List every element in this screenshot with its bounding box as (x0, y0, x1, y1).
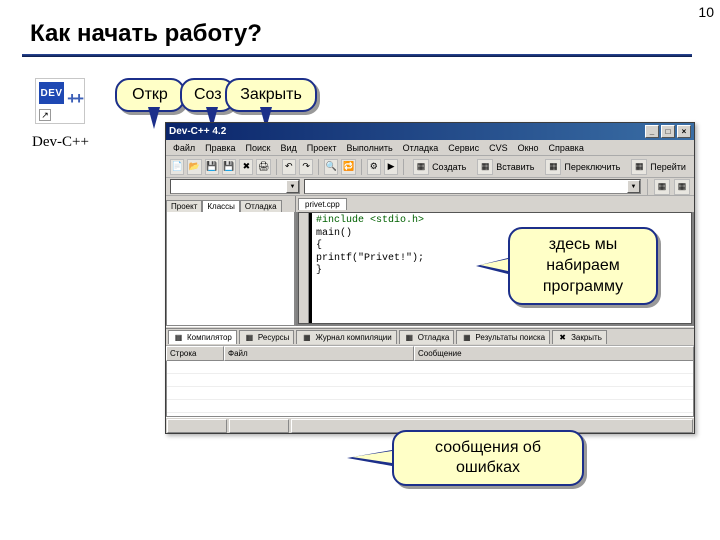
tab-debug[interactable]: Отладка (240, 200, 282, 212)
title-underline (22, 54, 692, 57)
editor-tab-file[interactable]: privet.cpp (298, 198, 347, 210)
callout-code-area: здесь мы набираем программу (508, 227, 658, 305)
tool-replace-icon[interactable]: 🔁 (341, 159, 355, 175)
tool-open-icon[interactable]: 📂 (187, 159, 201, 175)
toolbar-sep-4 (403, 159, 404, 175)
grid-header-message[interactable]: Сообщение (414, 346, 694, 361)
grid-header: Строка Файл Сообщение (166, 346, 694, 361)
shortcut-caption: Dev-C++ (32, 134, 89, 151)
btab-compiler[interactable]: ▦Компилятор (168, 330, 237, 344)
combo-main[interactable]: ▼ (304, 179, 641, 194)
maximize-button[interactable]: □ (661, 125, 675, 138)
editor-tabs: privet.cpp (296, 196, 694, 212)
toolbar-goto-button[interactable]: ▦Перейти (627, 159, 690, 175)
left-panel-body[interactable] (166, 212, 295, 326)
tool-run-icon[interactable]: ▶ (384, 159, 398, 175)
status-cell (167, 419, 227, 433)
grid-header-file[interactable]: Файл (224, 346, 414, 361)
menu-edit[interactable]: Правка (201, 143, 239, 153)
grid-body[interactable] (166, 361, 694, 417)
tab-project[interactable]: Проект (166, 200, 202, 212)
toolbar-create-button[interactable]: ▦Создать (409, 159, 470, 175)
callout-errors-tail-fill (352, 451, 392, 463)
callout-open-tail (148, 107, 160, 129)
tool-undo-icon[interactable]: ↶ (282, 159, 296, 175)
btab-debug[interactable]: ▦Отладка (399, 330, 455, 344)
log-icon: ▦ (301, 332, 312, 343)
menu-window[interactable]: Окно (514, 143, 543, 153)
grid-row (167, 374, 693, 387)
btab-resources[interactable]: ▦Ресурсы (239, 330, 295, 344)
grid-header-line[interactable]: Строка (166, 346, 224, 361)
switch-icon: ▦ (545, 159, 561, 175)
grid-row (167, 387, 693, 400)
tool-redo-icon[interactable]: ↷ (299, 159, 313, 175)
compiler-icon: ▦ (173, 332, 184, 343)
btab-search[interactable]: ▦Результаты поиска (456, 330, 550, 344)
combo-left[interactable]: ▼ (170, 179, 300, 194)
toolbar-sep (276, 159, 277, 175)
tool-new-icon[interactable]: 📄 (170, 159, 184, 175)
chevron-down-icon: ▼ (286, 180, 299, 193)
toolbar-sep-2 (318, 159, 319, 175)
menu-view[interactable]: Вид (277, 143, 301, 153)
search-icon: ▦ (461, 332, 472, 343)
debug-icon: ▦ (404, 332, 415, 343)
resources-icon: ▦ (244, 332, 255, 343)
combo-sep (647, 179, 648, 195)
create-icon: ▦ (413, 159, 429, 175)
tab-classes[interactable]: Классы (202, 200, 240, 212)
goto-icon: ▦ (631, 159, 647, 175)
btab-log[interactable]: ▦Журнал компиляции (296, 330, 396, 344)
titlebar-title: Dev-C++ 4.2 (169, 126, 226, 137)
tool-find-icon[interactable]: 🔍 (324, 159, 338, 175)
menu-run[interactable]: Выполнить (342, 143, 396, 153)
combo-tool-2-icon[interactable]: ▦ (674, 179, 690, 195)
shortcut-arrow-icon: ↗ (39, 109, 51, 121)
plusplus-glyph: ++ (67, 89, 81, 109)
tool-save-icon[interactable]: 💾 (205, 159, 219, 175)
editor-gutter (299, 213, 309, 323)
slide-title: Как начать работу? (30, 20, 262, 48)
tool-print-icon[interactable]: 🖨 (256, 159, 270, 175)
tool-saveall-icon[interactable]: 💾 (222, 159, 236, 175)
menu-file[interactable]: Файл (169, 143, 199, 153)
menu-service[interactable]: Сервис (444, 143, 483, 153)
callout-code-tail-fill (480, 259, 508, 271)
menu-search[interactable]: Поиск (242, 143, 275, 153)
left-panel: Проект Классы Отладка (166, 196, 296, 326)
menu-help[interactable]: Справка (545, 143, 588, 153)
minimize-button[interactable]: _ (645, 125, 659, 138)
grid-row (167, 400, 693, 413)
grid-row (167, 361, 693, 374)
close-tab-icon: ✖ (557, 332, 568, 343)
btab-close[interactable]: ✖Закрыть (552, 330, 607, 344)
left-tabs: Проект Классы Отладка (166, 196, 295, 212)
bottom-tabs: ▦Компилятор ▦Ресурсы ▦Журнал компиляции … (166, 329, 694, 346)
bottom-panel: ▦Компилятор ▦Ресурсы ▦Журнал компиляции … (166, 329, 694, 417)
close-button[interactable]: × (677, 125, 691, 138)
callout-errors: сообщения об ошибках (392, 430, 584, 486)
devcpp-shortcut-icon[interactable]: DEV ++ ↗ (35, 78, 85, 124)
dev-badge: DEV (39, 82, 64, 104)
toolbar-insert-button[interactable]: ▦Вставить (473, 159, 538, 175)
slide-number: 10 (698, 4, 714, 20)
toolbar-switch-button[interactable]: ▦Переключить (541, 159, 624, 175)
combo-tool-1-icon[interactable]: ▦ (654, 179, 670, 195)
titlebar[interactable]: Dev-C++ 4.2 _ □ × (166, 123, 694, 140)
tool-compile-icon[interactable]: ⚙ (367, 159, 381, 175)
menubar: Файл Правка Поиск Вид Проект Выполнить О… (166, 140, 694, 156)
tool-close-icon[interactable]: ✖ (239, 159, 253, 175)
toolbar-1: 📄 📂 💾 💾 ✖ 🖨 ↶ ↷ 🔍 🔁 ⚙ ▶ ▦Создать ▦Встави… (166, 156, 694, 178)
insert-icon: ▦ (477, 159, 493, 175)
status-cell (229, 419, 289, 433)
chevron-down-icon: ▼ (627, 180, 640, 193)
toolbar-sep-3 (361, 159, 362, 175)
menu-project[interactable]: Проект (303, 143, 341, 153)
menu-debug[interactable]: Отладка (399, 143, 443, 153)
menu-cvs[interactable]: CVS (485, 143, 512, 153)
combo-row: ▼ ▼ ▦ ▦ (166, 178, 694, 196)
